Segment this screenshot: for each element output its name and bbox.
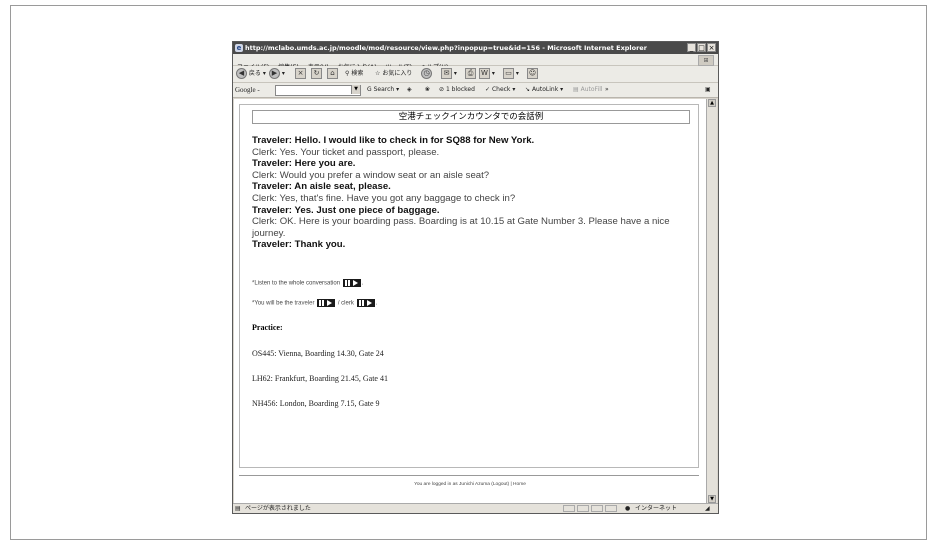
toolbar: ◀ 戻る ▾ ▶ ▾ × ↻ ⌂ ⚲ 検索 ☆ お気に入り ◷ ✉ ▾ ⎙ W … bbox=[233, 66, 718, 83]
word-icon[interactable]: W bbox=[479, 68, 490, 79]
messenger-icon[interactable]: ☺ bbox=[527, 68, 538, 79]
footer-divider bbox=[239, 475, 699, 476]
clerk-label: / clerk bbox=[337, 300, 354, 307]
forward-button[interactable]: ▶ ▾ bbox=[269, 68, 285, 80]
title-bar: e http://mclabo.umds.ac.jp/moodle/mod/re… bbox=[233, 42, 718, 54]
home-icon[interactable]: ⌂ bbox=[327, 68, 338, 79]
ie-icon: e bbox=[235, 44, 243, 52]
page-icon: ▤ bbox=[235, 505, 241, 512]
dialog-line: Clerk: Yes. Your ticket and passport, pl… bbox=[252, 146, 440, 158]
close-button[interactable]: × bbox=[707, 43, 716, 52]
more-button[interactable]: » bbox=[605, 84, 609, 96]
status-cell bbox=[605, 505, 617, 512]
abc-check-icon: ✓ bbox=[485, 86, 491, 93]
status-text: ページが表示されました bbox=[245, 505, 311, 512]
dialog-line: Clerk: Would you prefer a window seat or… bbox=[252, 169, 490, 181]
practice-item: OS445: Vienna, Boarding 14.30, Gate 24 bbox=[252, 349, 384, 358]
autofill-icon: ▤ bbox=[573, 86, 579, 93]
status-cell bbox=[577, 505, 589, 512]
resize-grip-icon[interactable]: ◢ bbox=[705, 504, 710, 513]
role-line: *You will be the traveler / clerk . bbox=[252, 299, 378, 307]
practice-item: NH456: London, Boarding 7.15, Gate 9 bbox=[252, 399, 380, 408]
resource-panel: 空港チェックインカウンタでの会話例 Traveler: Hello. I wou… bbox=[239, 104, 699, 468]
autolink-icon: ↘ bbox=[525, 86, 531, 93]
clerk-play-icon[interactable] bbox=[356, 299, 375, 307]
autolink-button[interactable]: ↘ AutoLink ▾ bbox=[525, 84, 563, 96]
stop-icon[interactable]: × bbox=[295, 68, 306, 79]
popup-blocker[interactable]: ⊘ 1 blocked bbox=[439, 84, 475, 96]
scroll-down-icon[interactable]: ▼ bbox=[708, 495, 716, 503]
login-info[interactable]: You are logged in as Junichi Azuma (Logo… bbox=[234, 482, 706, 487]
print-icon[interactable]: ⎙ bbox=[465, 68, 476, 79]
dialog-line: Traveler: An aisle seat, please. bbox=[252, 181, 391, 193]
role-label: *You will be the bbox=[252, 300, 293, 307]
google-logo[interactable]: Google - bbox=[235, 84, 260, 96]
status-bar: ▤ ページが表示されました ● インターネット ◢ bbox=[233, 503, 718, 513]
traveler-play-icon[interactable] bbox=[317, 299, 336, 307]
status-cell bbox=[563, 505, 575, 512]
spellcheck-button[interactable]: ✓ Check ▾ bbox=[485, 84, 515, 96]
refresh-icon[interactable]: ↻ bbox=[311, 68, 322, 79]
page-content: 空港チェックインカウンタでの会話例 Traveler: Hello. I wou… bbox=[234, 99, 706, 503]
google-g-icon: G bbox=[367, 86, 372, 93]
history-icon[interactable]: ◷ bbox=[421, 68, 432, 79]
mail-icon[interactable]: ✉ bbox=[441, 68, 452, 79]
back-arrow-icon: ◀ bbox=[236, 68, 247, 79]
listen-line: *Listen to the whole conversation . bbox=[252, 279, 364, 287]
dialog: Traveler: Hello. I would like to check i… bbox=[252, 135, 692, 251]
search-button[interactable]: ⚲ 検索 bbox=[345, 68, 363, 80]
news-icon[interactable]: ◈ bbox=[407, 84, 412, 96]
back-button[interactable]: ◀ 戻る ▾ bbox=[236, 68, 266, 80]
page-title: 空港チェックインカウンタでの会話例 bbox=[252, 110, 690, 124]
dialog-line: Traveler: Here you are. bbox=[252, 158, 356, 170]
minimize-button[interactable]: _ bbox=[687, 43, 696, 52]
practice-title: Practice: bbox=[252, 323, 283, 332]
dialog-line: Traveler: Hello. I would like to check i… bbox=[252, 135, 535, 146]
scroll-up-icon[interactable]: ▲ bbox=[708, 99, 716, 107]
menu-bar: ファイル(F) 編集(E) 表示(V) お気に入り(A) ツール(T) ヘルプ(… bbox=[233, 54, 718, 71]
google-search-input[interactable] bbox=[275, 85, 361, 96]
discuss-icon[interactable]: ▭ bbox=[503, 68, 514, 79]
autofill-button[interactable]: ▤ AutoFill bbox=[573, 84, 603, 96]
traveler-label: traveler bbox=[294, 300, 315, 307]
globe-icon: ● bbox=[625, 505, 631, 512]
practice-item: LH62: Frankfurt, Boarding 21.45, Gate 41 bbox=[252, 374, 388, 383]
status-cell bbox=[591, 505, 603, 512]
google-toolbar: Google - ▼ G Search ▾ ◈ ❀ ⊘ 1 blocked ✓ … bbox=[233, 83, 718, 98]
forward-arrow-icon: ▶ bbox=[269, 68, 280, 79]
dialog-line: Traveler: Yes. Just one piece of baggage… bbox=[252, 204, 440, 216]
favorites-button[interactable]: ☆ お気に入り bbox=[375, 68, 412, 80]
zone-label: インターネット bbox=[635, 505, 678, 512]
maximize-button[interactable]: □ bbox=[697, 43, 706, 52]
dialog-line: Clerk: OK. Here is your boarding pass. B… bbox=[252, 216, 670, 239]
dialog-line: Clerk: Yes, that's fine. Have you got an… bbox=[252, 192, 516, 204]
google-search-button[interactable]: G Search ▾ bbox=[367, 84, 399, 96]
settings-icon[interactable]: ▣ bbox=[705, 84, 711, 96]
blocked-icon: ⊘ bbox=[439, 86, 445, 93]
listen-label: *Listen to the whole conversation bbox=[252, 280, 341, 287]
play-pause-icon[interactable] bbox=[342, 279, 361, 287]
window-title: http://mclabo.umds.ac.jp/moodle/mod/reso… bbox=[245, 44, 647, 52]
chevron-down-icon[interactable]: ▼ bbox=[351, 85, 360, 94]
windows-logo-icon: ⊞ bbox=[698, 55, 714, 66]
star-icon: ☆ bbox=[375, 70, 381, 77]
pagerank-icon: ❀ bbox=[425, 86, 431, 93]
magnifier-icon: ⚲ bbox=[345, 70, 350, 77]
vertical-scrollbar[interactable]: ▲ ▼ bbox=[706, 99, 717, 503]
browser-window: e http://mclabo.umds.ac.jp/moodle/mod/re… bbox=[232, 41, 719, 514]
dialog-line: Traveler: Thank you. bbox=[252, 239, 346, 251]
